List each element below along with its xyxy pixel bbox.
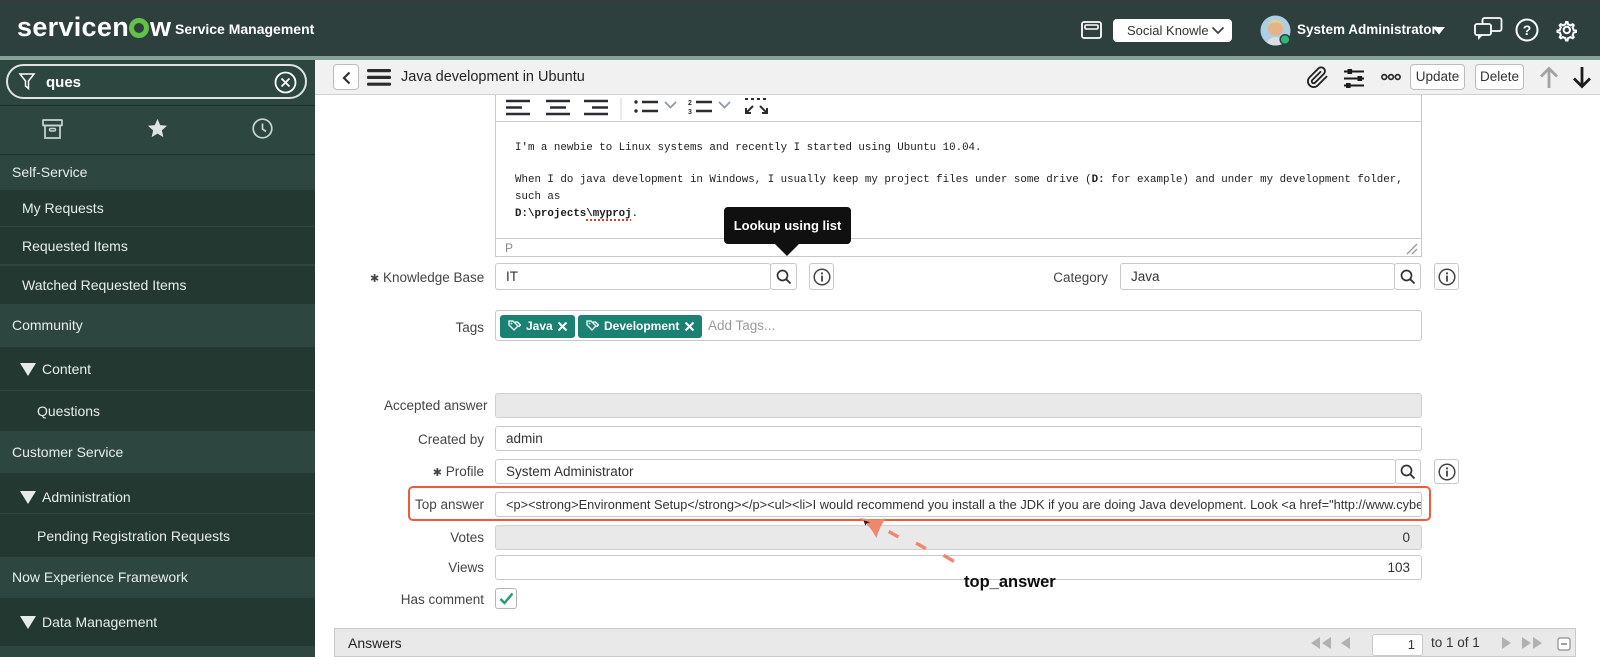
svg-text:3: 3 <box>688 109 692 116</box>
svg-text:2: 2 <box>688 100 692 107</box>
svg-text:?: ? <box>1523 22 1532 38</box>
